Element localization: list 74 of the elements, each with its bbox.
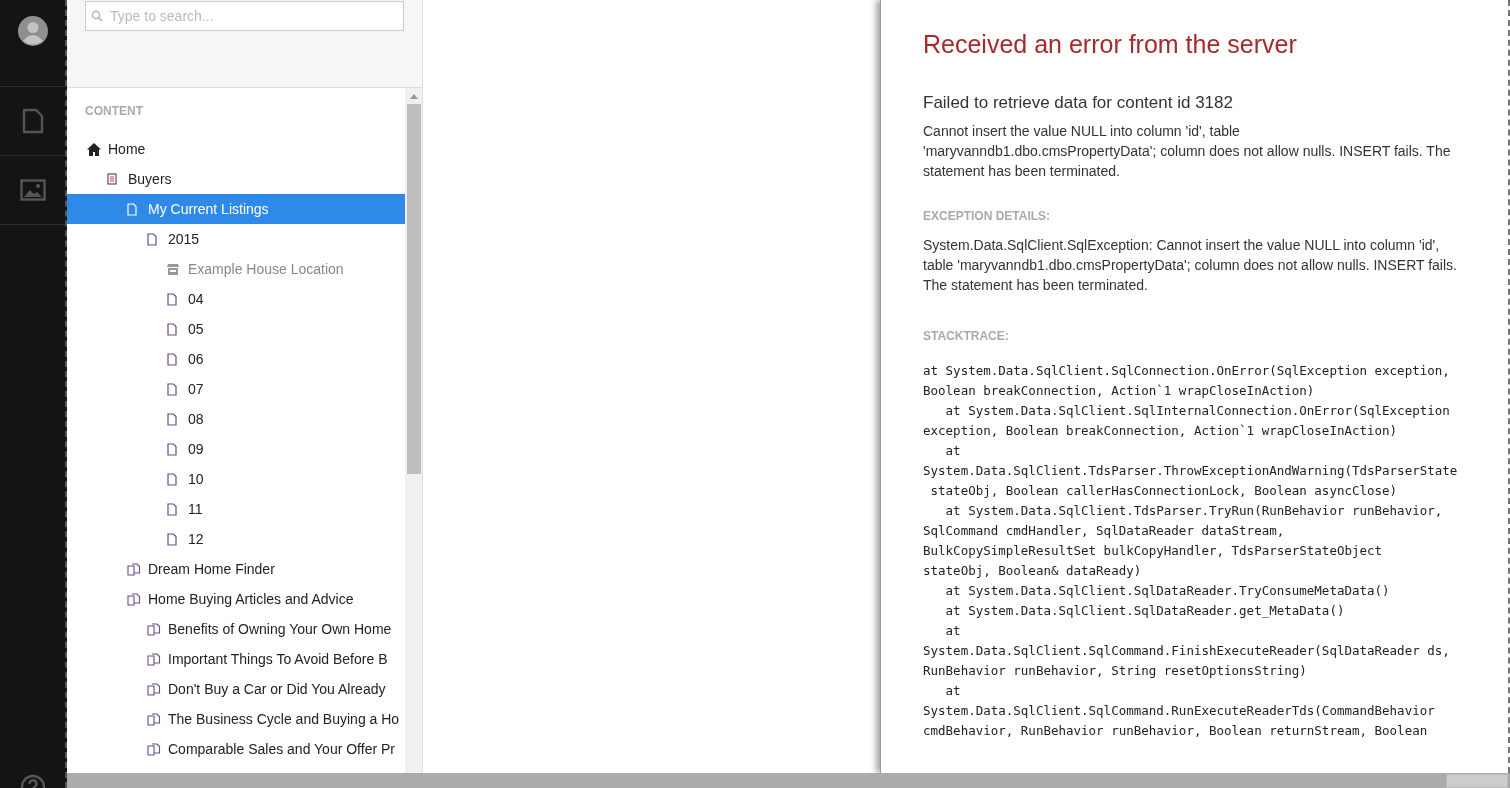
tree-item[interactable]: 04 (67, 284, 406, 314)
tree-item[interactable]: 11 (67, 494, 406, 524)
document-icon (127, 202, 137, 216)
stacktrace-line: stateObj, Boolean callerHasConnectionLock, Boolean asyncClose) (929, 482, 1399, 500)
tree-item[interactable]: 12 (67, 524, 406, 554)
document-icon (167, 502, 177, 516)
stacktrace-line: cmdBehavior, RunBehavior runBehavior, Boolean returnStream, Boolean (923, 722, 1429, 740)
documents-icon (147, 742, 161, 756)
tree-item[interactable]: 08 (67, 404, 406, 434)
scrollbar[interactable] (405, 88, 423, 773)
tree-item[interactable]: My Current Listings (67, 194, 406, 224)
tree-item[interactable]: 05 (67, 314, 406, 344)
house-icon (87, 142, 101, 156)
tree-item[interactable]: Dream Home Finder (67, 554, 406, 584)
stacktrace-line: System.Data.SqlClient.SqlCommand.FinishExecuteReader(SqlDataReader ds, (923, 642, 1451, 660)
image-icon[interactable] (19, 179, 46, 201)
stacktrace-line: at System.Data.SqlClient.SqlInternalConnection.OnError(SqlException (944, 402, 1451, 420)
tree-item[interactable]: Home Buying Articles and Advice (67, 584, 406, 614)
stacktrace-line: BulkCopySimpleResultSet bulkCopyHandler, TdsParserStateObject (923, 542, 1384, 560)
tree-item[interactable]: Don't Buy a Car or Did You Already (67, 674, 406, 704)
document-icon (167, 472, 177, 486)
section-heading: CONTENT (84, 104, 144, 118)
exception-details: System.Data.SqlClient.SqlException: Cannot insert the value NULL into column 'id', table 'maryvanndb1.dbo.cmsPropertyData'; column does not allow nulls. INSERT fails. The statement has been terminated. (923, 236, 1458, 295)
stacktrace-line: System.Data.SqlClient.SqlCommand.RunExecuteReaderTds(CommandBehavior (923, 702, 1436, 720)
tree-item[interactable]: The Business Cycle and Buying a Ho (67, 704, 406, 734)
stacktrace-line: at (944, 682, 962, 700)
documents-icon (147, 622, 161, 636)
stacktrace-line: at (944, 622, 962, 640)
document-icon (167, 532, 177, 546)
scroll-up-icon[interactable] (409, 94, 418, 99)
tree-item[interactable]: Benefits of Owning Your Own Home (67, 614, 406, 644)
document-icon (167, 352, 177, 366)
document-icon (167, 292, 177, 306)
list-document-icon (107, 173, 117, 185)
tree-item[interactable]: 2015 (67, 224, 406, 254)
tree-item[interactable]: Important Things To Avoid Before B (67, 644, 406, 674)
stacktrace-line: exception, Boolean breakConnection, Action`1 wrapCloseInAction) (923, 422, 1399, 440)
error-title: Received an error from the server (923, 30, 1298, 59)
user-avatar-icon[interactable] (17, 16, 48, 46)
stacktrace-line: System.Data.SqlClient.TdsParser.ThrowExceptionAndWarning(TdsParserState (923, 462, 1459, 480)
stacktrace-line: at System.Data.SqlClient.SqlDataReader.get_MetaData() (944, 602, 1346, 620)
tree-item[interactable]: 07 (67, 374, 406, 404)
tree-item[interactable]: Example House Location (67, 254, 406, 284)
tree-item[interactable]: 09 (67, 434, 406, 464)
section-heading: STACKTRACE: (923, 329, 1010, 343)
document-icon (167, 382, 177, 396)
tree-item[interactable]: 06 (67, 344, 406, 374)
error-subtitle: Failed to retrieve data for content id 3182 (923, 93, 1234, 113)
documents-icon (147, 652, 161, 666)
stacktrace-line: Boolean breakConnection, Action`1 wrapCloseInAction) (923, 382, 1316, 400)
document-icon[interactable] (21, 108, 44, 134)
search-field[interactable]: Type to search... (85, 1, 405, 31)
stacktrace-line: at (944, 442, 962, 460)
storefront-icon (167, 263, 179, 275)
tree-item[interactable]: Buyers (67, 164, 406, 194)
documents-icon (147, 682, 161, 696)
tree-item[interactable]: Comparable Sales and Your Offer Pr (67, 734, 406, 764)
document-icon (147, 232, 157, 246)
tree-item[interactable]: Home (67, 134, 406, 164)
document-icon (167, 322, 177, 336)
stacktrace-line: at System.Data.SqlClient.TdsParser.TryRun(RunBehavior runBehavior, (944, 502, 1444, 520)
stacktrace-line: SqlCommand cmdHandler, SqlDataReader dataStream, (923, 522, 1286, 540)
stacktrace-line: at System.Data.SqlClient.SqlDataReader.TryConsumeMetaData() (944, 582, 1391, 600)
document-icon (167, 412, 177, 426)
documents-icon (147, 712, 161, 726)
stacktrace-line: RunBehavior runBehavior, String resetOptionsString) (923, 662, 1308, 680)
document-icon (167, 442, 177, 456)
section-heading: EXCEPTION DETAILS: (923, 209, 1052, 223)
tree-item[interactable]: 10 (67, 464, 406, 494)
error-message: Cannot insert the value NULL into column 'id', table 'maryvanndb1.dbo.cmsPropertyData'; column does not allow nulls. INSERT fails. The statement has been terminated. (923, 122, 1452, 181)
documents-icon (127, 562, 141, 576)
stacktrace-line: stateObj, Boolean& dataReady) (923, 562, 1143, 580)
stacktrace-line: at System.Data.SqlClient.SqlConnection.OnError(SqlException exception, (923, 362, 1451, 380)
documents-icon (127, 592, 141, 606)
